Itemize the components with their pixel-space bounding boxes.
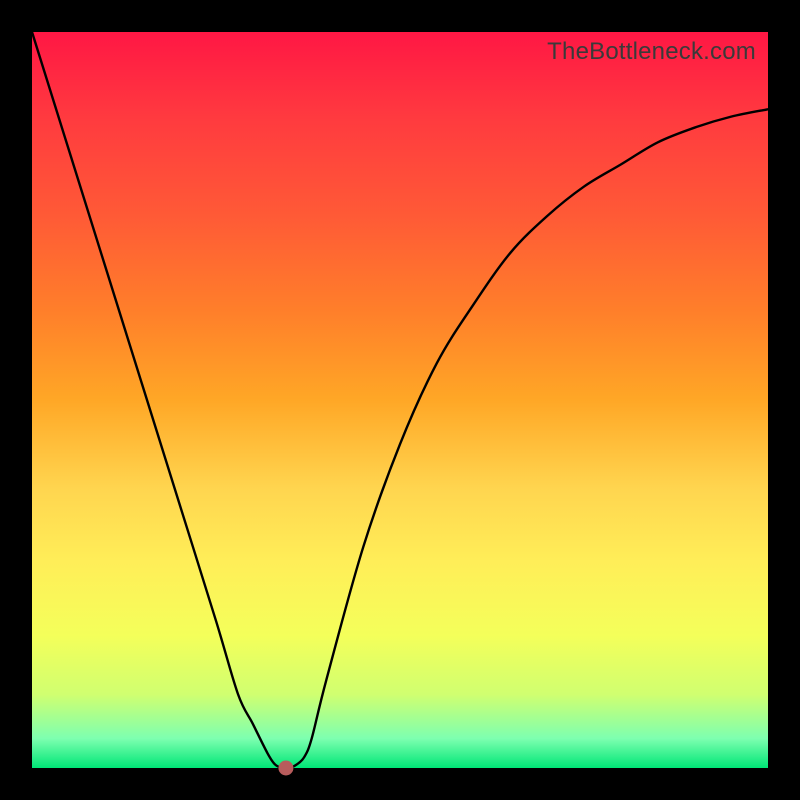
plot-area: TheBottleneck.com: [32, 32, 768, 768]
bottleneck-curve: [32, 32, 768, 768]
curve-minimum-marker: [279, 761, 293, 775]
chart-frame: TheBottleneck.com: [0, 0, 800, 800]
curve-layer: [32, 32, 768, 768]
